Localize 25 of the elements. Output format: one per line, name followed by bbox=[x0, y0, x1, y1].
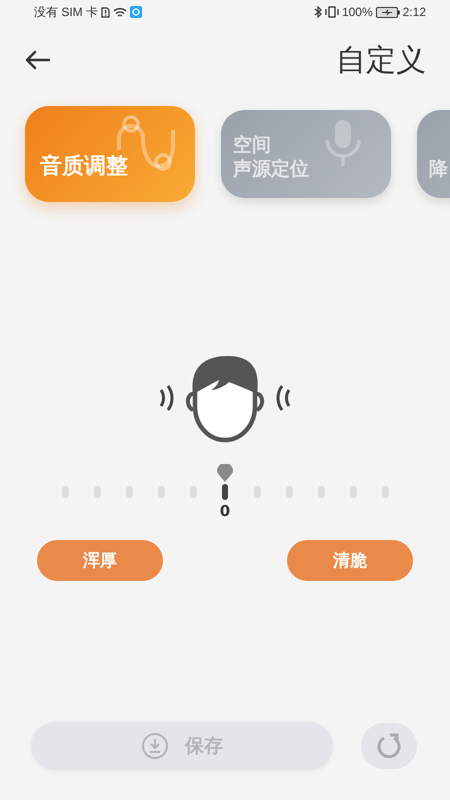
slider-value: 0 bbox=[220, 502, 230, 520]
refresh-icon bbox=[376, 733, 402, 759]
reset-button[interactable] bbox=[361, 723, 417, 769]
page-title: 自定义 bbox=[336, 42, 426, 80]
mode-card[interactable]: 空间 声源定位 bbox=[221, 110, 391, 198]
carrier-text: 没有 SIM 卡 bbox=[34, 4, 98, 20]
mode-card[interactable]: 降 bbox=[417, 110, 450, 198]
preset-button[interactable]: 清脆 bbox=[287, 540, 413, 581]
bluetooth-icon bbox=[314, 6, 322, 18]
mode-label: 空间 声源定位 bbox=[233, 132, 309, 182]
slider-tick bbox=[222, 484, 228, 500]
download-icon bbox=[141, 732, 169, 760]
battery-icon bbox=[376, 6, 400, 18]
clock-text: 2:12 bbox=[402, 5, 426, 19]
vibrate-icon bbox=[324, 6, 339, 18]
mode-label: 降 bbox=[429, 157, 448, 182]
mode-card[interactable]: 音质调整 bbox=[25, 106, 195, 202]
mode-label: 音质调整 bbox=[40, 153, 128, 182]
slider[interactable] bbox=[60, 464, 390, 500]
slider-thumb[interactable] bbox=[216, 464, 234, 482]
app-notification-icon bbox=[130, 6, 142, 18]
sim-icon bbox=[101, 6, 110, 18]
preset-button[interactable]: 浑厚 bbox=[37, 540, 163, 581]
battery-text: 100% bbox=[342, 5, 373, 19]
wifi-icon bbox=[113, 6, 128, 18]
